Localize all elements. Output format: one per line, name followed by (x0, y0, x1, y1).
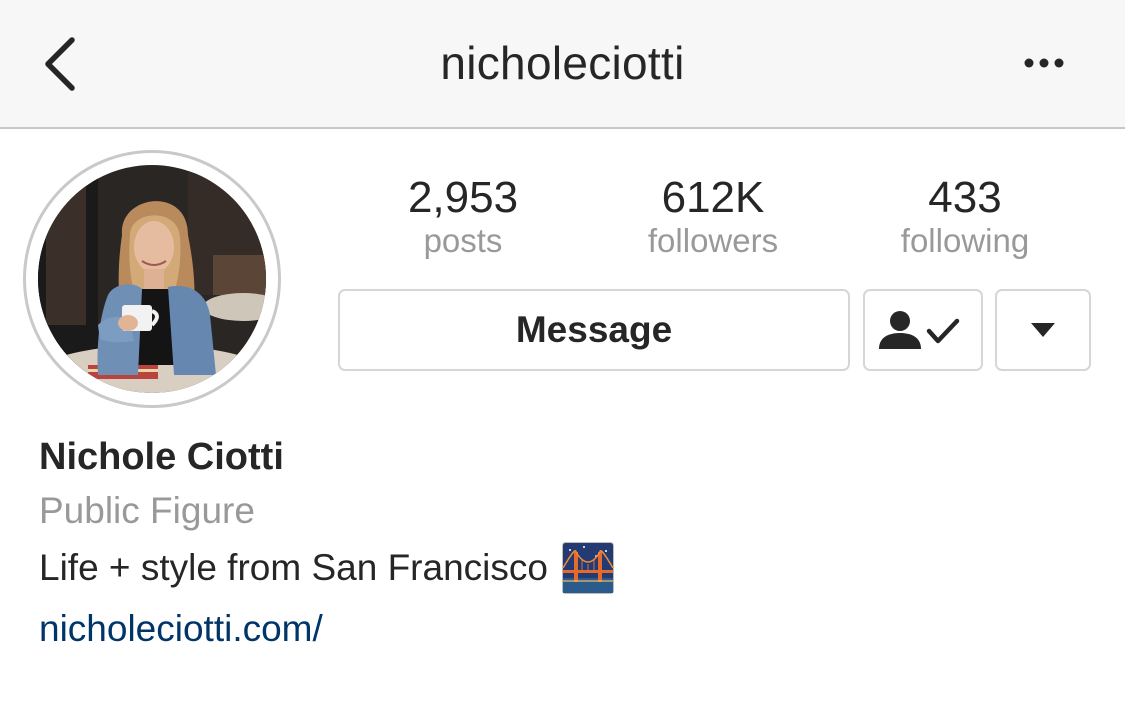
message-button-label: Message (515, 309, 673, 350)
profile-category: Public Figure (39, 490, 255, 531)
bridge-at-night-icon (561, 542, 614, 594)
following-stat[interactable]: 433 following (855, 174, 1075, 260)
profile-username-title: nicholeciotti (440, 37, 685, 89)
person-check-icon (879, 311, 960, 349)
suggested-accounts-dropdown-button[interactable] (995, 289, 1091, 371)
caret-down-icon (1031, 323, 1055, 337)
message-button[interactable]: Message (338, 289, 850, 371)
following-count: 433 (928, 173, 1002, 222)
posts-count: 2,953 (407, 173, 519, 222)
navigation-bar: nicholeciotti (0, 0, 1125, 129)
profile-photo (38, 165, 266, 393)
followers-label: followers (647, 222, 779, 259)
profile-full-name: Nichole Ciotti (39, 436, 284, 478)
profile-bio: Life + style from San Francisco (39, 542, 614, 594)
following-status-button[interactable] (863, 289, 983, 371)
profile-screen: nicholeciotti 2,953 posts 612K followers… (0, 0, 1125, 702)
avatar[interactable] (38, 165, 266, 393)
followers-count: 612K (661, 173, 765, 222)
more-horizontal-icon (1024, 58, 1064, 68)
following-label: following (900, 222, 1030, 259)
followers-stat[interactable]: 612K followers (603, 174, 823, 260)
profile-website-link[interactable]: nicholeciotti.com/ (39, 605, 323, 653)
more-options-button[interactable] (1010, 40, 1080, 86)
posts-label: posts (423, 222, 503, 259)
bio-text: Life + style from San Francisco (39, 547, 548, 588)
posts-stat[interactable]: 2,953 posts (353, 174, 573, 260)
